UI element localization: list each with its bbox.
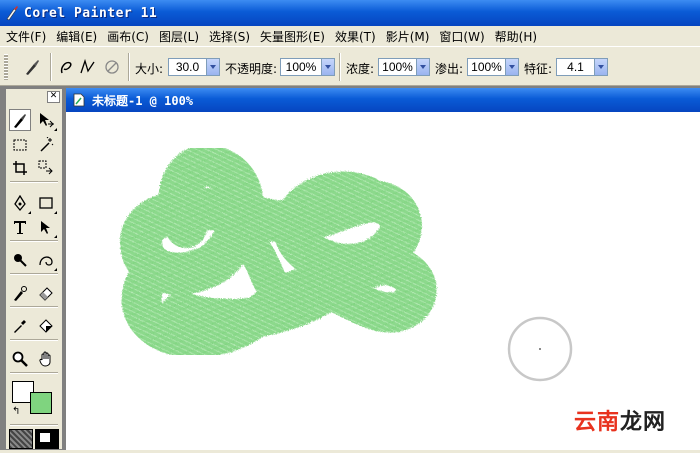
app-title: Corel Painter 11 (24, 5, 158, 21)
feature-value: 4.1 (567, 60, 584, 74)
bleed-field[interactable]: 100% (467, 58, 519, 76)
feature-dropdown-icon[interactable] (594, 59, 607, 75)
toolbox-separator (10, 306, 58, 308)
menu-edit[interactable]: 编辑(E) (51, 28, 102, 45)
grain-dropdown-icon[interactable] (416, 59, 429, 75)
menu-effects[interactable]: 效果(T) (330, 28, 381, 45)
toolbar-grip[interactable] (4, 54, 8, 80)
additional-color-swatch[interactable] (30, 392, 52, 414)
toolbox-separator (10, 240, 58, 242)
separator (50, 53, 52, 81)
pen-tool-icon[interactable] (9, 192, 31, 214)
menu-shapes[interactable]: 矢量图形(E) (255, 28, 330, 45)
paper-texture-selector[interactable] (9, 429, 33, 449)
eraser-tool-icon[interactable] (35, 282, 57, 304)
menu-canvas[interactable]: 画布(C) (102, 28, 154, 45)
straight-line-stroke-icon[interactable] (78, 57, 98, 77)
shape-path-tool-icon[interactable] (35, 249, 57, 271)
drawing-canvas[interactable] (66, 112, 700, 450)
toolbox: ✕ ↰ (5, 88, 63, 450)
grabber-hand-tool-icon[interactable] (35, 348, 57, 370)
cloner-tool-icon[interactable] (9, 282, 31, 304)
paint-bucket-tool-icon[interactable] (35, 315, 57, 337)
size-field[interactable]: 30.0 (168, 58, 220, 76)
text-tool-icon[interactable] (9, 216, 31, 238)
size-label: 大小: (135, 62, 164, 76)
rectangle-shape-tool-icon[interactable] (35, 192, 57, 214)
brush-tool-icon[interactable] (22, 57, 42, 77)
grain-value: 100% (382, 60, 413, 74)
gradient-selector[interactable] (35, 429, 59, 449)
document-window: 未标题-1 @ 100% 云南龙网 (66, 88, 700, 450)
toolbox-separator (10, 339, 58, 341)
grain-field[interactable]: 100% (378, 58, 430, 76)
property-bar: 大小: 30.0 不透明度: 100% 浓度: 100% 渗出: 100% 特征… (0, 46, 700, 86)
watermark-text-red: 云南 (573, 410, 620, 435)
toolbox-close-icon[interactable]: ✕ (47, 91, 60, 103)
toolbox-separator (10, 273, 58, 275)
menu-window[interactable]: 窗口(W) (434, 28, 489, 45)
toolbox-separator (10, 372, 58, 374)
menu-movie[interactable]: 影片(M) (381, 28, 435, 45)
opacity-field[interactable]: 100% (280, 58, 335, 76)
opacity-label: 不透明度: (225, 62, 278, 76)
menu-bar: 文件(F) 编辑(E) 画布(C) 图层(L) 选择(S) 矢量图形(E) 效果… (0, 26, 700, 46)
separator (128, 53, 130, 81)
separator (339, 53, 341, 81)
dropper-tool-icon[interactable] (9, 315, 31, 337)
rectangular-selection-tool-icon[interactable] (9, 134, 31, 156)
toolbox-separator (10, 181, 58, 183)
opacity-value: 100% (285, 60, 317, 74)
selection-adjuster-tool-icon[interactable] (35, 157, 57, 179)
feature-label: 特征: (524, 62, 553, 76)
dodge-tool-icon[interactable] (9, 249, 31, 271)
menu-select[interactable]: 选择(S) (204, 28, 255, 45)
painter-brush-icon (6, 6, 18, 21)
document-icon (73, 93, 85, 107)
layer-adjuster-tool-icon[interactable] (35, 109, 57, 131)
painted-strokes (120, 144, 573, 382)
freehand-stroke-icon[interactable] (58, 57, 78, 77)
watermark-text-black: 龙网 (619, 410, 666, 435)
menu-help[interactable]: 帮助(H) (490, 28, 542, 45)
menu-file[interactable]: 文件(F) (0, 28, 51, 45)
toolbox-separator (10, 424, 58, 426)
document-title: 未标题-1 @ 100% (92, 93, 194, 108)
size-value: 30.0 (175, 60, 200, 74)
magic-wand-tool-icon[interactable] (35, 134, 57, 156)
swap-colors-icon[interactable]: ↰ (12, 407, 20, 417)
shape-selection-tool-icon[interactable] (35, 216, 57, 238)
opacity-dropdown-icon[interactable] (321, 59, 334, 75)
app-title-bar: Corel Painter 11 (0, 0, 700, 26)
bleed-label: 渗出: (435, 62, 464, 76)
brush-tool-icon[interactable] (9, 109, 31, 131)
size-dropdown-icon[interactable] (206, 59, 219, 75)
grain-label: 浓度: (346, 62, 375, 76)
watermark: 云南龙网 (574, 404, 666, 436)
feature-field[interactable]: 4.1 (556, 58, 608, 76)
crop-tool-icon[interactable] (9, 157, 31, 179)
bleed-value: 100% (471, 60, 502, 74)
reset-tool-icon[interactable] (102, 57, 122, 77)
bleed-dropdown-icon[interactable] (505, 59, 518, 75)
magnifier-tool-icon[interactable] (9, 348, 31, 370)
menu-layers[interactable]: 图层(L) (154, 28, 204, 45)
document-title-bar[interactable]: 未标题-1 @ 100% (66, 88, 700, 112)
